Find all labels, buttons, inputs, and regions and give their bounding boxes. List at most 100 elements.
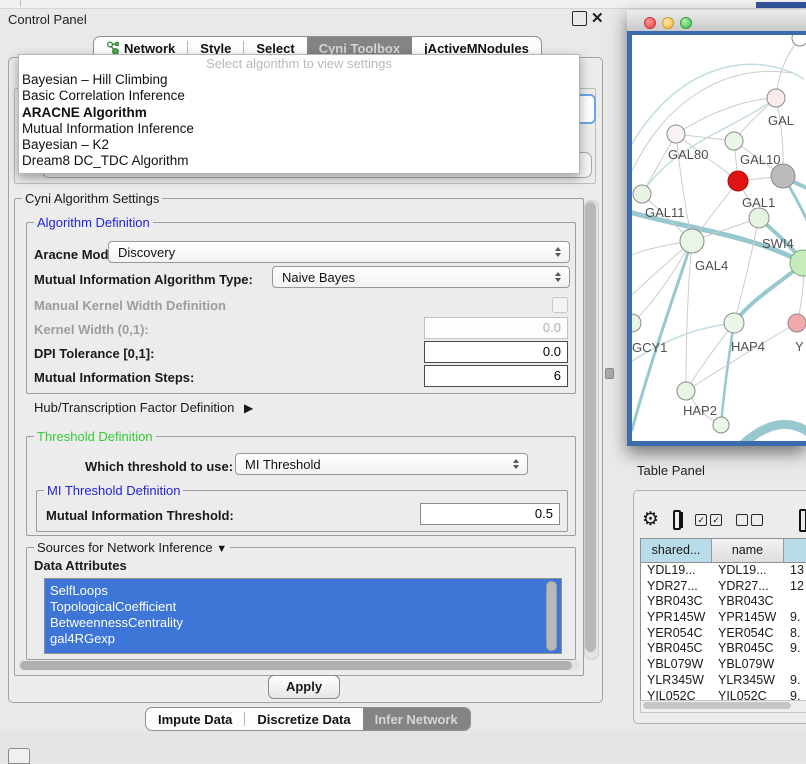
list-item[interactable]: BetweennessCentrality [45, 615, 561, 631]
table-panel: ⚙ ✓ ✓ shared... name YDL19... YDL19... 1… [633, 490, 806, 724]
settings-vscroll-thumb[interactable] [585, 202, 596, 652]
list-vertical-scrollbar[interactable] [546, 581, 557, 651]
dpi-tolerance-label: DPI Tolerance [0,1]: [34, 346, 154, 361]
table-row[interactable]: YBL079W YBL079W [641, 657, 806, 673]
table-hscroll-track[interactable] [640, 700, 806, 713]
cell: YBR043C [712, 594, 784, 610]
table-hscroll-thumb[interactable] [643, 702, 791, 709]
bottom-strip [0, 730, 806, 762]
hub-definition-toggle[interactable]: Hub/Transcription Factor Definition ▶ [34, 400, 253, 415]
node-grey[interactable] [771, 164, 795, 188]
dropdown-item-aracne[interactable]: ARACNE Algorithm [19, 105, 579, 121]
cell: YDR27... [712, 579, 784, 595]
dropdown-item-bayesian-hill-climbing[interactable]: Bayesian – Hill Climbing [19, 72, 579, 88]
tab-impute-data[interactable]: Impute Data [146, 708, 244, 730]
mi-threshold-input[interactable]: 0.5 [420, 503, 560, 525]
list-item[interactable]: SelfLoops [45, 583, 561, 599]
dropdown-item-mutual-information[interactable]: Mutual Information Inference [19, 121, 579, 137]
tab-infer-network[interactable]: Infer Network [363, 708, 470, 730]
collapsed-arrow-icon: ▶ [244, 401, 253, 415]
node-gal80[interactable] [667, 125, 685, 143]
list-item[interactable]: TopologicalCoefficient [45, 599, 561, 615]
node-salmon[interactable] [788, 314, 806, 332]
node-gal10[interactable] [725, 132, 743, 150]
node-label: HAP2 [683, 403, 717, 418]
manual-kernel-checkbox[interactable] [552, 297, 568, 313]
mi-threshold-group-title: MI Threshold Definition [44, 483, 183, 498]
node-hap4[interactable] [724, 313, 744, 333]
network-window-titlebar[interactable] [627, 10, 806, 32]
checked-box-icon: ✓ [695, 514, 707, 526]
document-icon[interactable] [799, 509, 806, 532]
cell: 9. [784, 610, 806, 626]
close-panel-icon[interactable]: ✕ [591, 9, 604, 27]
list-item[interactable]: gal4RGexp [45, 631, 561, 647]
network-view-frame: GAL GAL80 GAL10 GAL1 GAL11 SWI4 GAL4 GCY… [627, 31, 806, 446]
dropdown-item-bayesian-k2[interactable]: Bayesian – K2 [19, 137, 579, 153]
column-header-shared-name[interactable]: shared... [641, 539, 712, 562]
node-red[interactable] [728, 171, 748, 191]
table-row[interactable]: YBR043C YBR043C [641, 594, 806, 610]
table-row[interactable]: YER054C YER054C 8. [641, 626, 806, 642]
node-gal-partial[interactable] [767, 89, 785, 107]
select-all-checkboxes-icon[interactable]: ✓ ✓ [695, 514, 722, 526]
apply-button[interactable]: Apply [268, 675, 340, 699]
stepper-arrows-icon [551, 272, 565, 282]
tab-discretize-data[interactable]: Discretize Data [245, 708, 362, 730]
sources-title-text: Sources for Network Inference [37, 540, 213, 555]
network-canvas[interactable]: GAL GAL80 GAL10 GAL1 GAL11 SWI4 GAL4 GCY… [632, 35, 806, 441]
table-panel-title: Table Panel [637, 463, 705, 478]
node-label: HAP4 [731, 339, 765, 354]
tab-impute-data-label: Impute Data [158, 712, 232, 727]
node-gcy1[interactable] [632, 314, 641, 332]
stepper-arrows-icon [509, 459, 523, 469]
network-view-window: GAL GAL80 GAL10 GAL1 GAL11 SWI4 GAL4 GCY… [627, 10, 806, 446]
unchecked-box-icon [736, 514, 748, 526]
settings-hscroll-thumb[interactable] [20, 661, 572, 670]
settings-group-title: Cyni Algorithm Settings [22, 191, 162, 206]
minimize-window-button[interactable] [662, 17, 674, 29]
cell: YDL19... [641, 563, 712, 579]
float-panel-icon[interactable] [572, 11, 587, 26]
deselect-all-checkboxes-icon[interactable] [736, 514, 763, 526]
mi-type-select[interactable]: Naive Bayes [272, 266, 570, 288]
column-header-name[interactable]: name [712, 539, 784, 562]
node-partial-top[interactable] [792, 35, 806, 46]
data-attributes-list[interactable]: SelfLoops TopologicalCoefficient Between… [44, 578, 562, 654]
cell: 13 [784, 563, 806, 579]
which-threshold-select[interactable]: MI Threshold [235, 453, 528, 475]
tab-discretize-data-label: Discretize Data [257, 712, 350, 727]
table-row[interactable]: YDL19... YDL19... 13 [641, 563, 806, 579]
node-gal1[interactable] [749, 208, 769, 228]
cell: 9. [784, 641, 806, 657]
node-gal4[interactable] [680, 229, 704, 253]
kernel-width-input[interactable]: 0.0 [424, 317, 568, 339]
aracne-mode-select[interactable]: Discovery [108, 241, 570, 263]
network-node-labels: GAL GAL80 GAL10 GAL1 GAL11 SWI4 GAL4 GCY… [632, 113, 804, 418]
close-window-button[interactable] [644, 17, 656, 29]
cell: YLR345W [641, 673, 712, 689]
node-hap2[interactable] [677, 382, 695, 400]
node-label: GAL80 [668, 147, 708, 162]
node-gal11[interactable] [633, 185, 651, 203]
column-header-clipped[interactable] [784, 539, 806, 562]
dropdown-item-dream8[interactable]: Dream8 DC_TDC Algorithm [19, 153, 579, 169]
mi-type-value: Naive Bayes [273, 270, 551, 285]
table-row[interactable]: YPR145W YPR145W 9. [641, 610, 806, 626]
table-settings-gear-icon[interactable]: ⚙ [642, 510, 659, 530]
zoom-window-button[interactable] [680, 17, 692, 29]
panel-splitter-handle[interactable] [605, 368, 614, 379]
table-row[interactable]: YLR345W YLR345W 9. [641, 673, 806, 689]
cell: YER054C [641, 626, 712, 642]
dropdown-item-basic-correlation[interactable]: Basic Correlation Inference [19, 88, 579, 104]
mi-steps-input[interactable]: 6 [424, 365, 568, 387]
cell: YPR145W [641, 610, 712, 626]
table-row[interactable]: YDR27... YDR27... 12 [641, 579, 806, 595]
node-attribute-table[interactable]: shared... name YDL19... YDL19... 13 YDR2… [640, 538, 806, 702]
node-label: GAL10 [740, 152, 780, 167]
node-partial-bottom[interactable] [713, 417, 729, 433]
columns-icon[interactable] [673, 510, 681, 530]
dpi-tolerance-input[interactable]: 0.0 [424, 341, 568, 363]
expanded-arrow-icon[interactable]: ▼ [216, 543, 227, 555]
table-row[interactable]: YBR045C YBR045C 9. [641, 641, 806, 657]
